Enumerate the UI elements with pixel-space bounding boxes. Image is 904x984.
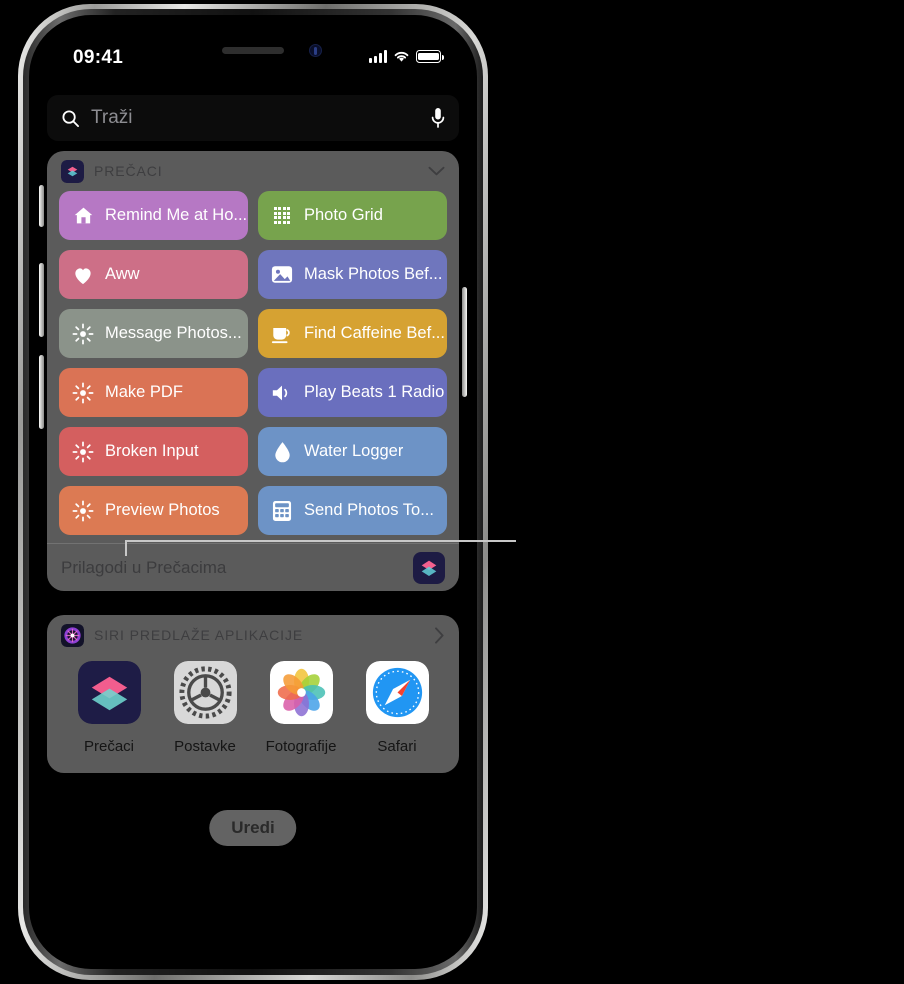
shortcuts-app-icon (413, 551, 445, 584)
shortcut-tile-label: Message Photos... (105, 324, 242, 342)
shortcuts-widget-footer[interactable]: Prilagodi u Prečacima (47, 543, 459, 591)
shortcuts-app-icon (61, 159, 84, 183)
shortcut-tile[interactable]: Photo Grid (258, 191, 447, 240)
shortcuts-widget-header[interactable]: PREČACI (47, 151, 459, 191)
wifi-icon (394, 51, 409, 62)
shortcuts-widget: PREČACI Remind Me at Ho... Photo Grid Aww M… (47, 151, 459, 591)
sparkle-icon (72, 500, 94, 522)
water-drop-icon (271, 441, 293, 463)
siri-app-label: Safari (377, 738, 417, 755)
photo-icon (271, 264, 293, 286)
shortcut-tile[interactable]: Broken Input (59, 427, 248, 476)
shortcut-tile[interactable]: Water Logger (258, 427, 447, 476)
shortcuts-widget-title: PREČACI (94, 163, 163, 179)
device-bezel: 09:41 Traži PREČACI Remind Me at Ho... P… (23, 9, 483, 975)
shortcut-tile-label: Find Caffeine Bef... (304, 324, 445, 342)
siri-widget-title: SIRI PREDLAŽE APLIKACIJE (94, 627, 304, 643)
shortcut-tile[interactable]: Aww (59, 250, 248, 299)
siri-app-label: Fotografije (265, 738, 337, 755)
shortcut-tile-label: Send Photos To... (304, 501, 434, 519)
battery-icon (416, 50, 444, 63)
shortcut-tile-label: Photo Grid (304, 206, 383, 224)
coffee-cup-icon (271, 323, 293, 345)
grid-dots-icon (271, 205, 293, 227)
shortcuts-app-icon (77, 661, 141, 729)
siri-widget-header[interactable]: SIRI PREDLAŽE APLIKACIJE (47, 615, 459, 655)
photos-app-icon (269, 661, 333, 729)
siri-app-item[interactable]: Postavke (157, 661, 253, 755)
phone-screen: 09:41 Traži PREČACI Remind Me at Ho... P… (29, 15, 477, 969)
shortcut-tile[interactable]: Preview Photos (59, 486, 248, 535)
callout-line-horizontal (126, 540, 516, 542)
siri-app-label: Postavke (174, 738, 236, 755)
customize-shortcuts-label: Prilagodi u Prečacima (61, 557, 227, 577)
shortcut-tile[interactable]: Find Caffeine Bef... (258, 309, 447, 358)
volume-down-button[interactable] (39, 355, 44, 429)
shortcut-tile-label: Preview Photos (105, 501, 220, 519)
microphone-icon[interactable] (431, 107, 445, 129)
siri-suggestions-widget: SIRI PREDLAŽE APLIKACIJE Prečaci Postavke… (47, 615, 459, 773)
shortcut-tile[interactable]: Message Photos... (59, 309, 248, 358)
power-button[interactable] (462, 287, 467, 397)
siri-app-item[interactable]: Safari (349, 661, 445, 755)
sparkle-icon (72, 323, 94, 345)
siri-app-label: Prečaci (83, 738, 135, 755)
search-input[interactable]: Traži (91, 107, 133, 129)
status-bar: 09:41 (29, 47, 477, 73)
screenshot-root: { "device": { "frame": "iphone-silver" }… (0, 0, 904, 984)
siri-app-list: Prečaci Postavke Fotografije Safari (47, 655, 459, 773)
iphone-device-frame: 09:41 Traži PREČACI Remind Me at Ho... P… (18, 4, 488, 980)
chevron-right-icon[interactable] (434, 626, 445, 644)
callout-line-tick (125, 540, 127, 556)
shortcuts-grid: Remind Me at Ho... Photo Grid Aww Mask Phot… (47, 191, 459, 543)
shortcut-tile-label: Broken Input (105, 442, 199, 460)
shortcut-tile-label: Water Logger (304, 442, 404, 460)
shortcut-tile[interactable]: Play Beats 1 Radio (258, 368, 447, 417)
chevron-down-icon[interactable] (428, 166, 445, 177)
safari-app-icon (365, 661, 429, 729)
speaker-icon (271, 382, 293, 404)
shortcut-tile[interactable]: Remind Me at Ho... (59, 191, 248, 240)
volume-up-button[interactable] (39, 263, 44, 337)
silence-switch[interactable] (39, 185, 44, 227)
shortcut-tile-label: Mask Photos Bef... (304, 265, 443, 283)
sparkle-icon (72, 382, 94, 404)
sparkle-icon (72, 441, 94, 463)
heart-icon (72, 264, 94, 286)
house-icon (72, 205, 94, 227)
signal-bars-icon (369, 50, 387, 63)
siri-app-item[interactable]: Fotografije (253, 661, 349, 755)
settings-app-icon (173, 661, 237, 729)
status-time: 09:41 (73, 47, 124, 68)
siri-app-item[interactable]: Prečaci (61, 661, 157, 755)
shortcut-tile[interactable]: Make PDF (59, 368, 248, 417)
shortcut-tile[interactable]: Send Photos To... (258, 486, 447, 535)
shortcut-tile[interactable]: Mask Photos Bef... (258, 250, 447, 299)
shortcut-tile-label: Remind Me at Ho... (105, 206, 248, 224)
edit-button[interactable]: Uredi (209, 810, 297, 846)
siri-icon (61, 623, 84, 647)
shortcut-tile-label: Make PDF (105, 383, 183, 401)
status-indicators (369, 50, 444, 63)
search-icon (62, 109, 80, 127)
shortcut-tile-label: Aww (105, 265, 140, 283)
search-bar[interactable]: Traži (47, 95, 459, 141)
shortcut-tile-label: Play Beats 1 Radio (304, 383, 445, 401)
calculator-icon (271, 500, 293, 522)
